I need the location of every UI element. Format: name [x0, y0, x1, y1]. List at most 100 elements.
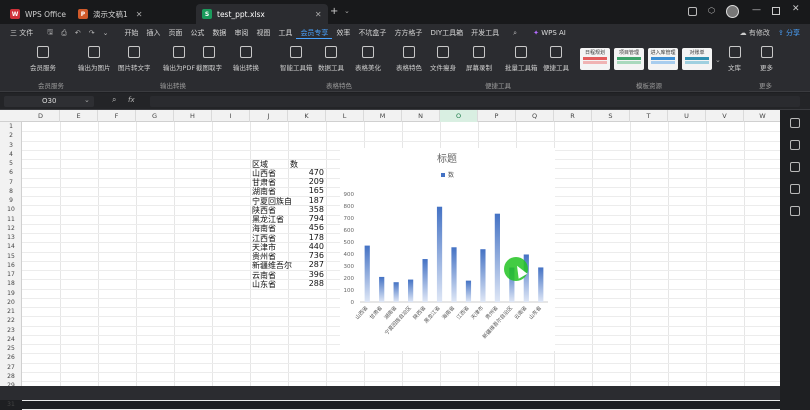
close-icon[interactable]: ✕: [136, 10, 143, 19]
row-header[interactable]: 9: [0, 196, 22, 205]
column-header[interactable]: J: [250, 110, 288, 122]
ribbon-button[interactable]: 批量工具箱: [505, 46, 538, 72]
chevron-down-icon[interactable]: ⌄: [99, 29, 113, 37]
row-header[interactable]: 4: [0, 150, 22, 159]
window-layout-icon[interactable]: [688, 7, 697, 16]
spreadsheet-grid[interactable]: DEFGHIJKLMNOPQRSTUVW 1 2 3 4 5 6 7 8 9 10 11 12 13 14…: [0, 110, 810, 410]
tab-wps-office[interactable]: W WPS Office: [4, 4, 72, 24]
table-cell[interactable]: 456: [290, 223, 324, 232]
ribbon-button[interactable]: 图片转文字: [118, 46, 151, 72]
save-icon[interactable]: 🖫: [43, 28, 57, 39]
ribbon-button[interactable]: 便捷工具: [543, 46, 569, 72]
sidebar-tool-icon[interactable]: [790, 140, 800, 150]
table-cell[interactable]: 165: [290, 186, 324, 195]
row-header[interactable]: 31: [0, 400, 22, 409]
ribbon-button[interactable]: 表格美化: [355, 46, 381, 72]
zoom-icon[interactable]: ⌕: [112, 95, 116, 105]
row-header[interactable]: 26: [0, 353, 22, 362]
menu-item[interactable]: 公式: [186, 28, 208, 39]
row-header[interactable]: 13: [0, 233, 22, 242]
column-header[interactable]: I: [212, 110, 250, 122]
template-card[interactable]: 项目管理: [614, 48, 644, 70]
fx-icon[interactable]: fx: [128, 96, 135, 104]
table-cell[interactable]: 287: [290, 260, 324, 269]
column-header[interactable]: P: [478, 110, 516, 122]
ribbon-button[interactable]: 输出为PDF: [163, 46, 195, 72]
row-header[interactable]: 16: [0, 261, 22, 270]
undo-icon[interactable]: ↶: [71, 29, 85, 37]
ribbon-button[interactable]: 文库: [728, 46, 741, 72]
template-card[interactable]: 日程规划: [580, 48, 610, 70]
ribbon-button[interactable]: 更多: [760, 46, 773, 72]
chevron-down-icon[interactable]: ⌄: [715, 56, 721, 64]
menu-item[interactable]: 效率: [332, 28, 354, 39]
sidebar-tool-icon[interactable]: [790, 184, 800, 194]
close-window-icon[interactable]: ✕: [792, 4, 800, 14]
table-cell[interactable]: 358: [290, 205, 324, 214]
redo-icon[interactable]: ↷: [85, 29, 99, 37]
column-header[interactable]: E: [60, 110, 98, 122]
row-header[interactable]: 15: [0, 252, 22, 261]
row-header[interactable]: 24: [0, 335, 22, 344]
row-header[interactable]: 23: [0, 326, 22, 335]
menu-item[interactable]: 页面: [164, 28, 186, 39]
ribbon-button[interactable]: 输出转换: [233, 46, 259, 72]
row-header[interactable]: 21: [0, 307, 22, 316]
row-header[interactable]: 3: [0, 141, 22, 150]
search-icon[interactable]: ⌕: [509, 29, 521, 38]
row-header[interactable]: 7: [0, 178, 22, 187]
table-cell[interactable]: 山东省: [252, 279, 276, 290]
column-header[interactable]: F: [98, 110, 136, 122]
template-card[interactable]: 对账单: [682, 48, 712, 70]
column-header[interactable]: G: [136, 110, 174, 122]
minimize-icon[interactable]: —: [752, 5, 761, 15]
menu-item[interactable]: 不坑盒子: [354, 28, 390, 39]
ribbon-button[interactable]: 截图取字: [196, 46, 222, 72]
row-header[interactable]: 10: [0, 205, 22, 214]
sidebar-tool-icon[interactable]: [790, 206, 800, 216]
ribbon-button[interactable]: 会员服务: [30, 46, 56, 72]
column-header[interactable]: U: [668, 110, 706, 122]
column-header[interactable]: T: [630, 110, 668, 122]
menu-item[interactable]: 插入: [142, 28, 164, 39]
row-header[interactable]: 18: [0, 279, 22, 288]
tab-spreadsheet[interactable]: S test_ppt.xlsx ✕: [196, 4, 328, 24]
row-header[interactable]: 11: [0, 215, 22, 224]
column-header[interactable]: R: [554, 110, 592, 122]
table-cell[interactable]: 187: [290, 196, 324, 205]
table-cell[interactable]: 396: [290, 270, 324, 279]
close-icon[interactable]: ✕: [315, 10, 322, 19]
row-header[interactable]: 12: [0, 224, 22, 233]
menu-item[interactable]: 会员专享: [296, 28, 333, 39]
name-box[interactable]: O30 ⌄: [4, 96, 94, 107]
table-cell[interactable]: 794: [290, 214, 324, 223]
template-card[interactable]: 进入库管理: [648, 48, 678, 70]
column-header[interactable]: H: [174, 110, 212, 122]
row-header[interactable]: 17: [0, 270, 22, 279]
ribbon-button[interactable]: 输出为图片: [78, 46, 111, 72]
column-header[interactable]: K: [288, 110, 326, 122]
ribbon-button[interactable]: 表格特色: [396, 46, 422, 72]
table-cell[interactable]: 288: [290, 279, 324, 288]
row-header[interactable]: 14: [0, 242, 22, 251]
ribbon-button[interactable]: 智能工具箱: [280, 46, 313, 72]
ribbon-button[interactable]: 文件瘦身: [430, 46, 456, 72]
column-header[interactable]: W: [744, 110, 782, 122]
wps-ai-button[interactable]: ✦ WPS AI: [529, 29, 570, 37]
table-cell[interactable]: 209: [290, 177, 324, 186]
table-cell[interactable]: 736: [290, 251, 324, 260]
edit-status[interactable]: ☁ 有修改: [736, 28, 774, 38]
column-header[interactable]: L: [326, 110, 364, 122]
table-cell[interactable]: 470: [290, 168, 324, 177]
row-header[interactable]: 22: [0, 316, 22, 325]
print-icon[interactable]: ⎙: [57, 29, 71, 38]
avatar[interactable]: [726, 5, 739, 18]
menu-item[interactable]: 开始: [120, 28, 142, 39]
row-header[interactable]: 20: [0, 298, 22, 307]
sidebar-tool-icon[interactable]: [790, 162, 800, 172]
share-button[interactable]: ⇪ 分享: [774, 28, 804, 38]
row-header[interactable]: 19: [0, 289, 22, 298]
menu-item[interactable]: 数据: [208, 28, 230, 39]
row-header[interactable]: 28: [0, 372, 22, 381]
column-header[interactable]: M: [364, 110, 402, 122]
